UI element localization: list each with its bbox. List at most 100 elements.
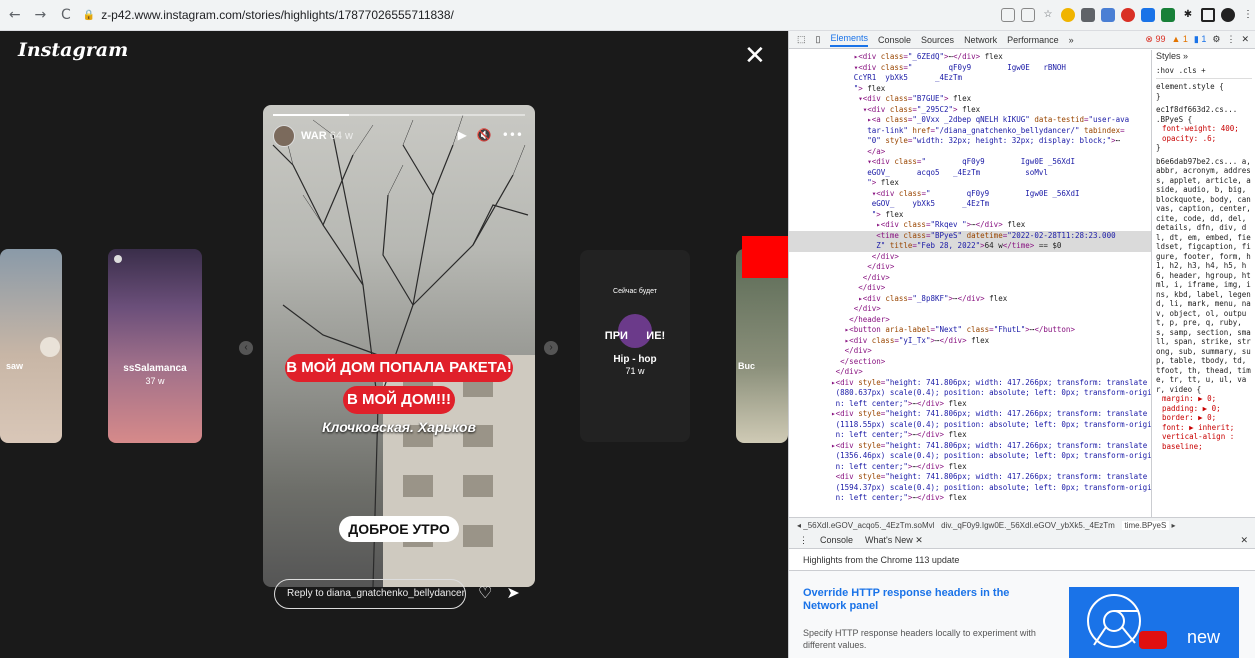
reply-input[interactable]: Reply to diana_gnatchenko_bellydancer...: [274, 579, 466, 609]
dom-line[interactable]: </div>: [789, 304, 1151, 315]
dom-line[interactable]: ▾<div class=" qF0y9 Igw0E rBNOH: [789, 63, 1151, 74]
drawer-tab-whats-new[interactable]: What's New ✕: [865, 533, 923, 548]
extension-multi-icon[interactable]: [1141, 8, 1155, 22]
dom-line[interactable]: </a>: [789, 147, 1151, 158]
dom-line[interactable]: ▾<div class="_295C2"> flex: [789, 105, 1151, 116]
address-bar[interactable]: 🔒 z-p42.www.instagram.com/stories/highli…: [82, 5, 995, 25]
info-count[interactable]: ▮ 1: [1194, 34, 1206, 45]
extension-yellow-icon[interactable]: [1061, 8, 1075, 22]
story-card-prev-2[interactable]: saw: [0, 249, 62, 443]
dom-line[interactable]: ▸<div class="yI_Tx">⋯</div> flex: [789, 336, 1151, 347]
puzzle-icon[interactable]: ✱: [1181, 8, 1195, 22]
dom-line[interactable]: n: left center;">⋯</div> flex: [789, 430, 1151, 441]
extension-gray-icon[interactable]: [1081, 8, 1095, 22]
dom-line[interactable]: </div>: [789, 273, 1151, 284]
extension-blue-icon[interactable]: [1101, 8, 1115, 22]
drawer-tab-console[interactable]: Console: [820, 533, 853, 548]
bookmark-icon[interactable]: [1021, 8, 1035, 22]
back-icon[interactable]: ←: [4, 7, 26, 23]
extension-green-icon[interactable]: [1161, 8, 1175, 22]
breadcrumb-scroll-right[interactable]: ▸: [1172, 521, 1176, 530]
dom-line[interactable]: tar-link" href="/diana_gnatchenko_bellyd…: [789, 126, 1151, 137]
dom-line[interactable]: ▾<div class=" qF0y9 Igw0E _56XdI: [789, 157, 1151, 168]
breadcrumb-item-selected[interactable]: time.BPyeS: [1121, 521, 1170, 530]
tab-performance[interactable]: Performance: [1007, 35, 1059, 45]
instagram-logo[interactable]: Instagram: [18, 39, 128, 61]
more-icon[interactable]: ⋮: [1226, 34, 1235, 45]
tab-elements[interactable]: Elements: [830, 33, 868, 47]
breadcrumb-item[interactable]: _56XdI.eGOV_acqo5._4EzTm.soMvl: [803, 521, 934, 530]
dom-line[interactable]: </div>: [789, 252, 1151, 263]
next-story-button[interactable]: ›: [544, 341, 558, 355]
elements-tree[interactable]: ▸<div class="_6ZEdQ">⋯</div> flex ▾<div …: [789, 50, 1151, 535]
dom-line[interactable]: <div style="height: 741.806px; width: 41…: [789, 472, 1151, 483]
prev-story-button[interactable]: ‹: [239, 341, 253, 355]
dom-line[interactable]: "0" style="width: 32px; height: 32px; di…: [789, 136, 1151, 147]
tab-sources[interactable]: Sources: [921, 35, 954, 45]
dom-line[interactable]: "> flex: [789, 178, 1151, 189]
dom-line[interactable]: ▸<button aria-label="Next" class="FhutL"…: [789, 325, 1151, 336]
issue-counts[interactable]: ⊗ 99 ▲ 1 ▮ 1 ⚙ ⋮ ✕: [1145, 34, 1255, 45]
styles-tab[interactable]: Styles »: [1156, 51, 1252, 62]
story-card-prev-1[interactable]: ssSalamanca 37 w: [108, 249, 202, 443]
dom-line[interactable]: </div>: [789, 346, 1151, 357]
dom-line[interactable]: ▸<div style="height: 741.806px; width: 4…: [789, 409, 1151, 420]
dom-line[interactable]: ▾<div class="B7GUE"> flex: [789, 94, 1151, 105]
story-card-next-1[interactable]: Сейчас будет ПРИ ИЕ! Hip - hop 71 w: [580, 250, 690, 442]
dom-line[interactable]: </div>: [789, 283, 1151, 294]
tab-console[interactable]: Console: [878, 35, 911, 45]
star-icon[interactable]: ☆: [1041, 8, 1055, 22]
whats-new-video-thumbnail[interactable]: new: [1069, 587, 1239, 658]
whats-new-title[interactable]: Override HTTP response headers in the Ne…: [803, 587, 1033, 613]
settings-icon[interactable]: ⚙: [1212, 34, 1220, 45]
avatar[interactable]: [273, 125, 295, 147]
dom-line[interactable]: (1594.37px) scale(0.4); position: absolu…: [789, 483, 1151, 494]
dom-line[interactable]: ▸<a class="_0Vxx _2dbep qNELH kIKUG" dat…: [789, 115, 1151, 126]
dom-line[interactable]: eGOV_ acqo5 _4EzTm soMvl: [789, 168, 1151, 179]
story-username[interactable]: WAR: [301, 130, 327, 142]
dom-line[interactable]: (880.637px) scale(0.4); position: absolu…: [789, 388, 1151, 399]
dom-line[interactable]: </header>: [789, 315, 1151, 326]
error-count[interactable]: ⊗ 99: [1145, 34, 1165, 45]
extension-red-icon[interactable]: [1121, 8, 1135, 22]
dom-line[interactable]: ▸<div class="_8p8KF">⋯</div> flex: [789, 294, 1151, 305]
play-icon[interactable]: [1139, 631, 1167, 649]
dom-line[interactable]: CcYR1 ybXk5 _4EzTm: [789, 73, 1151, 84]
breadcrumb-scroll-left[interactable]: ◂: [797, 521, 801, 530]
close-icon[interactable]: ✕: [1241, 34, 1249, 45]
heart-icon[interactable]: ♡: [478, 583, 492, 602]
inspect-icon[interactable]: ⬚: [797, 34, 806, 45]
dom-line[interactable]: n: left center;">⋯</div> flex: [789, 399, 1151, 410]
dom-line[interactable]: ▸<div style="height: 741.806px; width: 4…: [789, 378, 1151, 389]
tab-network[interactable]: Network: [964, 35, 997, 45]
send-icon[interactable]: ➤: [506, 583, 519, 602]
active-story[interactable]: WAR 64 w ▶ 🔇 ••• В МОЙ ДОМ ПОПАЛА РАКЕТА…: [263, 105, 535, 587]
close-icon[interactable]: ✕: [744, 41, 766, 71]
close-icon[interactable]: ✕: [1240, 533, 1255, 548]
share-icon[interactable]: [1001, 8, 1015, 22]
story-header[interactable]: WAR 64 w: [301, 130, 353, 142]
dom-line[interactable]: "> flex: [789, 210, 1151, 221]
dom-line[interactable]: ▸<div style="height: 741.806px; width: 4…: [789, 441, 1151, 452]
warning-count[interactable]: ▲ 1: [1171, 34, 1187, 45]
dom-line-selected[interactable]: Z" title="Feb 28, 2022">64 w</time> == $…: [789, 241, 1151, 252]
play-icon[interactable]: ▶: [458, 128, 467, 142]
dom-line[interactable]: ▸<div class="_6ZEdQ">⋯</div> flex: [789, 52, 1151, 63]
drawer-menu-icon[interactable]: ⋮: [799, 533, 808, 548]
styles-pane[interactable]: Styles » :hov .cls + element.style { } e…: [1151, 50, 1255, 535]
breadcrumb-item[interactable]: div._qF0y9.Igw0E._56XdI.eGOV_ybXk5._4EzT…: [941, 521, 1115, 530]
dom-line[interactable]: eGOV_ ybXk5 _4EzTm: [789, 199, 1151, 210]
profile-avatar[interactable]: [1221, 8, 1235, 22]
tab-more[interactable]: »: [1069, 35, 1074, 45]
reload-icon[interactable]: C: [55, 7, 77, 23]
styles-filter[interactable]: :hov .cls +: [1156, 66, 1252, 79]
dom-line-selected[interactable]: <time class="BPyeS" datetime="2022-02-28…: [789, 230, 1151, 241]
dom-line[interactable]: (1356.46px) scale(0.4); position: absolu…: [789, 451, 1151, 462]
dom-line[interactable]: </section>: [789, 357, 1151, 368]
menu-icon[interactable]: ⋮: [1241, 8, 1255, 22]
dom-line[interactable]: ▾<div class=" qF0y9 Igw0E _56XdI: [789, 189, 1151, 200]
dom-line[interactable]: (1118.55px) scale(0.4); position: absolu…: [789, 420, 1151, 431]
dom-line[interactable]: ▸<div class="Rkqev ">⋯</div> flex: [789, 220, 1151, 231]
dom-line[interactable]: </div>: [789, 262, 1151, 273]
device-toolbar-icon[interactable]: ▯: [816, 34, 821, 45]
